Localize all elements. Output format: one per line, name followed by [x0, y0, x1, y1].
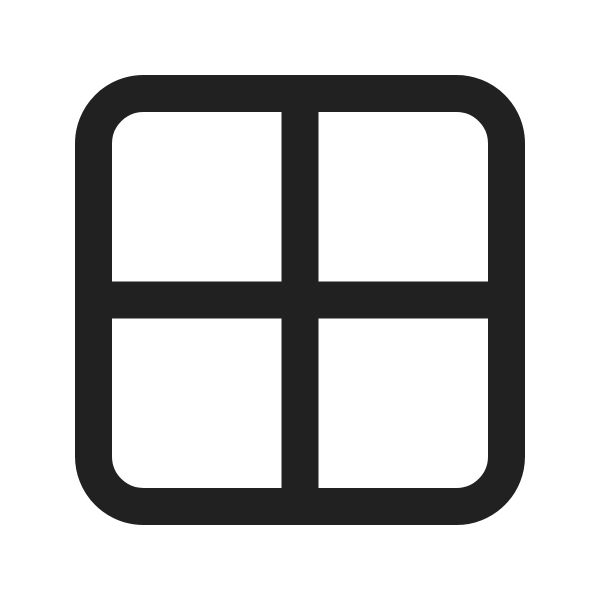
- grid-icon-container: [0, 0, 600, 600]
- icon-canvas: [0, 0, 600, 600]
- grid-2x2-icon: [75, 75, 525, 525]
